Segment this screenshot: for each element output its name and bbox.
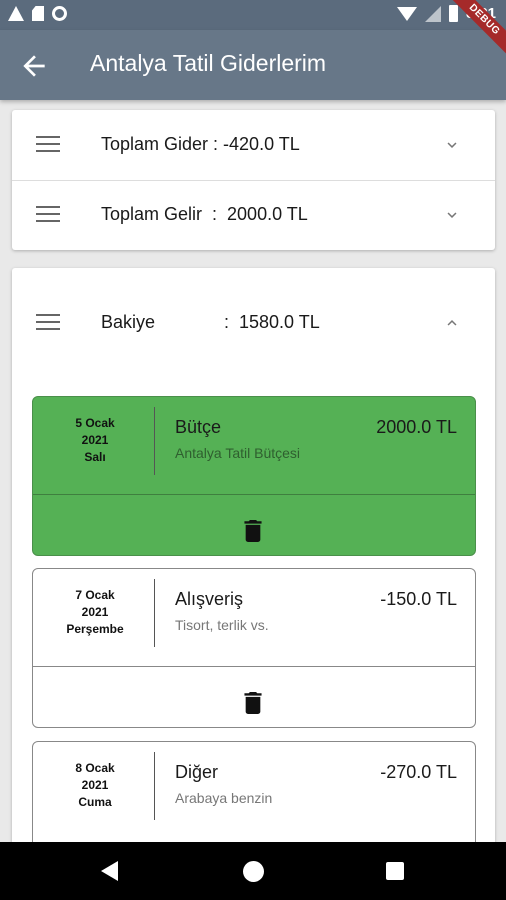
warning-icon [8, 6, 24, 21]
chevron-down-icon[interactable] [443, 206, 461, 224]
app-bar: Antalya Tatil Giderlerim [0, 30, 506, 100]
nav-back-icon[interactable] [101, 861, 118, 881]
date-weekday: Cuma [78, 795, 112, 809]
total-expense-row[interactable]: Toplam Gider : -420.0 TL [12, 110, 495, 180]
nav-home-icon[interactable] [243, 861, 264, 882]
menu-icon [36, 206, 60, 224]
divider [33, 666, 475, 667]
date-day-month: 7 Ocak [75, 588, 115, 602]
total-income-label: Toplam Gelir : 2000.0 TL [101, 204, 308, 224]
sync-circle-icon [52, 6, 67, 21]
trash-icon[interactable] [244, 520, 262, 542]
date-weekday: Perşembe [66, 622, 124, 636]
arrow-back-icon [23, 55, 45, 77]
transaction-amount: 2000.0 TL [376, 417, 457, 437]
date-year: 2021 [81, 605, 109, 619]
date-weekday: Salı [84, 450, 106, 464]
balance-row[interactable]: Bakiye : 1580.0 TL [12, 288, 495, 358]
status-left-icons [8, 6, 67, 21]
total-income-row[interactable]: Toplam Gelir : 2000.0 TL [12, 180, 495, 250]
summary-card: Toplam Gider : -420.0 TL Toplam Gelir : … [12, 110, 495, 250]
chevron-down-icon[interactable] [443, 136, 461, 154]
transaction-amount: -270.0 TL [380, 762, 457, 782]
date-year: 2021 [81, 433, 109, 447]
sd-card-icon [32, 6, 44, 21]
transaction-date: 8 Ocak 2021 Cuma [55, 760, 135, 811]
divider [33, 494, 475, 495]
transaction-category: Alışveriş [175, 589, 244, 609]
date-day-month: 8 Ocak [75, 761, 115, 775]
transaction-category: Bütçe [175, 417, 222, 437]
balance-label: Bakiye [101, 312, 156, 332]
trash-icon[interactable] [244, 692, 262, 714]
chevron-up-icon[interactable] [443, 314, 461, 332]
menu-icon [36, 314, 60, 332]
vertical-divider [154, 407, 155, 475]
vertical-divider [154, 752, 155, 820]
transaction-card[interactable]: 5 Ocak 2021 Salı Bütçe Antalya Tatil Büt… [32, 396, 476, 556]
balance-card: Bakiye : 1580.0 TL 5 Ocak 2021 Salı Bütç… [12, 268, 495, 900]
battery-icon [448, 5, 458, 22]
transaction-amount: -150.0 TL [380, 589, 457, 609]
transaction-card[interactable]: 7 Ocak 2021 Perşembe Alışveriş Tisort, t… [32, 568, 476, 728]
back-button[interactable] [18, 50, 50, 82]
balance-value: : 1580.0 TL [224, 312, 320, 332]
signal-icon [424, 5, 441, 22]
date-day-month: 5 Ocak [75, 416, 115, 430]
total-expense-label: Toplam Gider : -420.0 TL [101, 134, 300, 154]
transaction-date: 5 Ocak 2021 Salı [55, 415, 135, 466]
transaction-category: Diğer [175, 762, 219, 782]
transaction-description: Arabaya benzin [175, 790, 273, 806]
transaction-description: Antalya Tatil Bütçesi [175, 445, 301, 461]
menu-icon [36, 136, 60, 154]
system-nav-bar [0, 842, 506, 900]
transaction-date: 7 Ocak 2021 Perşembe [55, 587, 135, 638]
status-bar: 8:21 [0, 0, 506, 30]
page-title: Antalya Tatil Giderlerim [90, 50, 327, 76]
wifi-icon [396, 6, 417, 21]
date-year: 2021 [81, 778, 109, 792]
transaction-description: Tisort, terlik vs. [175, 617, 269, 633]
nav-recents-icon[interactable] [386, 862, 404, 880]
vertical-divider [154, 579, 155, 647]
